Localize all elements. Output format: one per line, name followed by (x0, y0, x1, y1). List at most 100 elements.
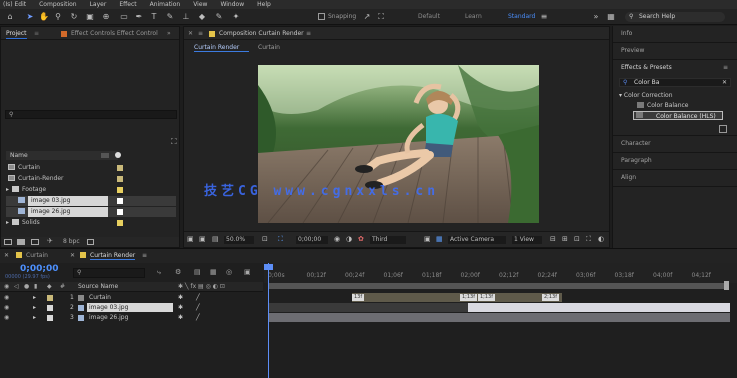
project-search-input[interactable]: ⚲ (5, 110, 177, 119)
flowchart-icon[interactable]: ⛶ (171, 137, 177, 147)
timecode-field[interactable]: 0;00;00 (296, 236, 328, 244)
bit-depth-label[interactable]: 8 bpc (63, 238, 80, 245)
layer-label-swatch[interactable] (47, 315, 53, 321)
effects-search-input[interactable]: ⚲ Color Ba ✕ (619, 78, 731, 87)
keyframe-marker[interactable]: 13f (352, 294, 365, 301)
menu-edit[interactable]: (Is) Edit (3, 1, 26, 8)
lock-icon[interactable]: ▮ (34, 283, 37, 290)
flowchart-icon[interactable]: ⛶ (586, 235, 591, 243)
expand-icon[interactable]: » (591, 12, 601, 22)
sort-icon[interactable] (101, 153, 109, 158)
layer-name[interactable]: image 03.jpg (87, 303, 173, 312)
shy-layers-icon[interactable]: ▤ (194, 268, 201, 276)
project-item[interactable]: ▸ Solids (6, 218, 176, 228)
roto-brush-tool-icon[interactable]: ✎ (214, 12, 224, 22)
workspace-menu-icon[interactable]: ≡ (539, 12, 549, 22)
resolution-dropdown[interactable]: Third (370, 236, 406, 244)
layer-row[interactable]: ◉ ▸ 3 image 26.jpg ✱ ╱ (0, 313, 263, 323)
panel-menu-icon[interactable]: ≡ (34, 29, 39, 38)
solo-icon[interactable]: ● (24, 283, 29, 290)
quality-switch-icon[interactable]: ╱ (196, 313, 200, 323)
region-of-interest-icon[interactable]: ▣ (424, 235, 431, 243)
color-icon[interactable]: ✿ (358, 235, 364, 243)
text-tool-icon[interactable]: T (149, 12, 159, 22)
label-color-swatch[interactable] (117, 220, 123, 226)
keyframe-marker[interactable]: 2;13f (542, 294, 559, 301)
quality-switch-icon[interactable]: ╱ (196, 293, 200, 303)
paragraph-panel-title[interactable]: Paragraph (621, 157, 652, 165)
clear-search-icon[interactable]: ✕ (722, 79, 727, 87)
comp-flowchart-icon[interactable]: ⤷ (157, 268, 161, 277)
menu-layer[interactable]: Layer (90, 1, 107, 8)
workspace-default[interactable]: Default (418, 12, 440, 22)
work-area-end-handle[interactable] (724, 281, 729, 290)
toggle-transparency-icon[interactable]: ▦ (436, 235, 443, 243)
panel-menu-icon[interactable]: ≡ (198, 29, 203, 38)
expand-layer-icon[interactable]: ▸ (33, 303, 36, 313)
puppet-tool-icon[interactable]: ✦ (231, 12, 241, 22)
pan-behind-tool-icon[interactable]: ⊕ (101, 12, 111, 22)
grid-icon[interactable]: ▤ (212, 235, 219, 243)
new-comp-icon[interactable] (31, 239, 39, 245)
expand-icon[interactable]: » (167, 29, 171, 38)
tab-timeline-curtain[interactable]: Curtain (26, 252, 48, 259)
comp-menu-icon[interactable]: ≡ (306, 29, 311, 38)
number-header-icon[interactable]: # (60, 283, 65, 290)
label-color-swatch[interactable] (117, 187, 123, 193)
timeline-icon[interactable]: ⊡ (574, 235, 580, 243)
expand-layer-icon[interactable]: ▸ (33, 313, 36, 323)
project-item[interactable]: Curtain (6, 163, 176, 173)
label-color-swatch[interactable] (117, 176, 123, 182)
effect-color-balance-hls[interactable]: Color Balance (HLS) (633, 111, 723, 120)
layer-track[interactable] (264, 293, 737, 303)
project-item[interactable]: ▸ Footage (6, 185, 176, 195)
panel-close-icon[interactable]: ✕ (4, 252, 9, 259)
composition-title[interactable]: Composition Curtain Render (219, 29, 304, 38)
align-panel-title[interactable]: Align (621, 174, 636, 182)
panel-menu-icon[interactable]: ≡ (723, 64, 728, 72)
eye-icon[interactable]: ◉ (4, 305, 10, 311)
collapse-transform-icon[interactable]: ✱ (178, 293, 183, 303)
label-column-icon[interactable] (115, 152, 121, 158)
video-toggle-icon[interactable]: ◉ (4, 283, 9, 290)
menu-effect[interactable]: Effect (119, 1, 136, 8)
layer-label-swatch[interactable] (47, 305, 53, 311)
exposure-icon[interactable]: ◐ (598, 235, 604, 243)
hand-tool-icon[interactable]: ✋ (39, 12, 49, 22)
new-preset-icon[interactable] (719, 125, 727, 133)
source-name-header[interactable]: Source Name (78, 283, 118, 290)
view-layout-dropdown[interactable]: 1 View (512, 236, 542, 244)
keyframe-marker[interactable]: 1;13f (460, 294, 477, 301)
timeline-search-input[interactable]: ⚲ (73, 268, 145, 278)
label-color-swatch[interactable] (117, 209, 123, 215)
project-settings-icon[interactable]: ✈ (47, 237, 53, 245)
workspace-learn[interactable]: Learn (465, 12, 482, 22)
layer-label-swatch[interactable] (47, 295, 53, 301)
search-help-input[interactable]: ⚲ Search Help (625, 12, 725, 22)
snapshot-icon[interactable]: ▣ (199, 235, 206, 243)
fast-preview-icon[interactable]: ⊞ (562, 235, 568, 243)
frame-blending-icon[interactable]: ▦ (210, 268, 217, 276)
composition-viewer[interactable] (258, 65, 539, 223)
tab-effect-controls[interactable]: Effect Controls Effect Control (71, 29, 158, 38)
effect-color-balance[interactable]: Color Balance (637, 102, 689, 110)
workspace-switch-icon[interactable]: ▦ (606, 12, 616, 22)
tab-timeline-curtain-render[interactable]: Curtain Render (90, 252, 136, 260)
eye-icon[interactable]: ◉ (4, 295, 10, 301)
layer-row[interactable]: ◉ ▸ 2 image 03.jpg ✱ ╱ (0, 303, 263, 313)
eraser-tool-icon[interactable]: ◆ (197, 12, 207, 22)
camera-snapshot-icon[interactable]: ◉ (334, 235, 340, 243)
workspace-standard[interactable]: Standard (508, 12, 535, 22)
transparency-icon[interactable]: ⛶ (278, 235, 283, 243)
zoom-tool-icon[interactable]: ⚲ (53, 12, 63, 22)
zoom-dropdown[interactable]: 50.0% (224, 236, 254, 244)
camera-dropdown[interactable]: Active Camera (448, 236, 506, 244)
tab-curtain-render[interactable]: Curtain Render (194, 43, 249, 52)
collapse-transform-icon[interactable]: ✱ (178, 313, 183, 323)
project-name-header[interactable]: Name (6, 151, 118, 160)
menu-view[interactable]: View (193, 1, 207, 8)
menu-help[interactable]: Help (257, 1, 271, 8)
camera-tool-icon[interactable]: ▣ (85, 12, 95, 22)
playhead-line[interactable] (268, 263, 269, 378)
panel-close-icon[interactable]: ✕ (188, 29, 193, 38)
